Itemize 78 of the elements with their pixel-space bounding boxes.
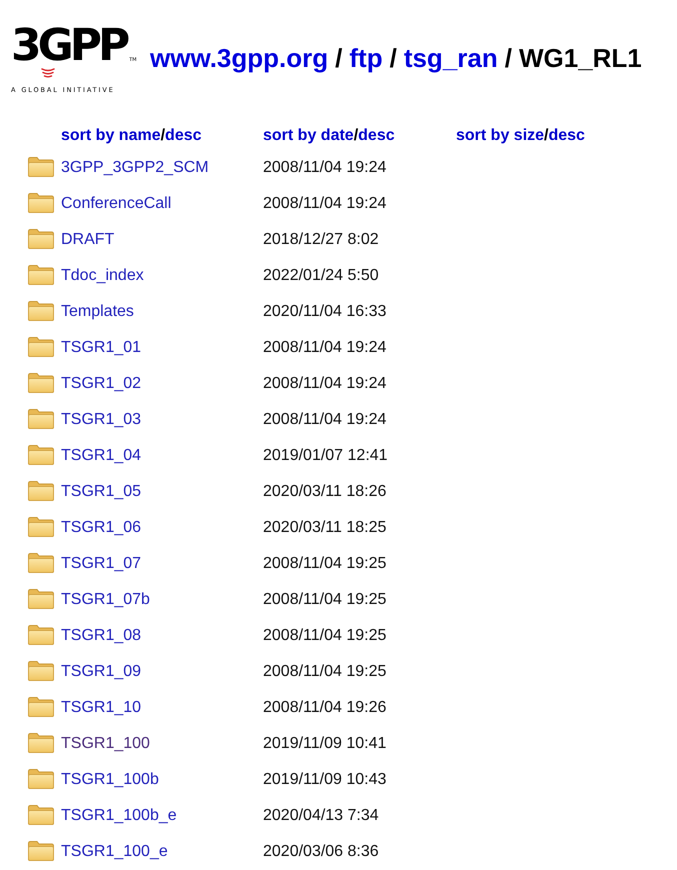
sort-separator: / [160, 127, 166, 145]
folder-link[interactable]: DRAFT [61, 231, 114, 249]
folder-link[interactable]: TSGR1_07b [61, 591, 150, 609]
modified-date: 2008/11/04 19:25 [263, 555, 386, 573]
breadcrumb-separator: / [390, 43, 397, 74]
folder-link[interactable]: TSGR1_100 [61, 735, 150, 753]
signal-waves-icon [41, 68, 55, 78]
modified-date: 2008/11/04 19:25 [263, 591, 386, 609]
modified-date: 2022/01/24 5:50 [263, 267, 379, 285]
sort-separator: / [544, 127, 548, 145]
modified-date: 2020/04/13 7:34 [263, 807, 379, 825]
modified-date: 2008/11/04 19:24 [263, 159, 386, 177]
folder-link[interactable]: TSGR1_02 [61, 375, 142, 393]
folder-link[interactable]: TSGR1_08 [61, 627, 142, 645]
breadcrumb-link[interactable]: ftp [349, 43, 383, 74]
modified-date: 2008/11/04 19:24 [263, 195, 386, 213]
modified-date: 2020/03/11 18:26 [263, 483, 386, 501]
folder-link[interactable]: TSGR1_10 [61, 699, 142, 717]
folder-link[interactable]: TSGR1_07 [61, 555, 142, 573]
sort-link[interactable]: sort by date [263, 127, 354, 145]
folder-link[interactable]: TSGR1_04 [61, 447, 142, 465]
folder-icon [28, 625, 54, 645]
modified-date: 2018/12/27 8:02 [263, 231, 379, 249]
folder-icon [28, 373, 54, 393]
breadcrumb-link[interactable]: www.3gpp.org [150, 43, 328, 74]
modified-date: 2008/11/04 19:25 [263, 627, 386, 645]
folder-icon [28, 805, 54, 825]
modified-date: 2008/11/04 19:24 [263, 375, 386, 393]
folder-icon [28, 733, 54, 753]
folder-icon [28, 517, 54, 537]
modified-date: 2008/11/04 19:24 [263, 411, 386, 429]
modified-date: 2019/11/09 10:43 [263, 771, 386, 789]
folder-link[interactable]: 3GPP_3GPP2_SCM [61, 159, 209, 177]
breadcrumb-separator: / [335, 43, 342, 74]
folder-icon [28, 409, 54, 429]
folder-icon [28, 229, 54, 249]
sort-link[interactable]: sort by name [61, 127, 161, 145]
folder-link[interactable]: TSGR1_03 [61, 411, 142, 429]
logo-wordmark: 3GPP [11, 25, 126, 67]
folder-icon [28, 301, 54, 321]
folder-link[interactable]: TSGR1_06 [61, 519, 142, 537]
folder-link[interactable]: TSGR1_100b_e [61, 807, 177, 825]
sort-desc-link[interactable]: desc [548, 127, 585, 145]
breadcrumb-link[interactable]: tsg_ran [404, 43, 498, 74]
folder-link[interactable]: ConferenceCall [61, 195, 172, 213]
folder-link[interactable]: TSGR1_05 [61, 483, 142, 501]
folder-link[interactable]: Templates [61, 303, 134, 321]
folder-icon [28, 661, 54, 681]
folder-icon [28, 193, 54, 213]
sort-desc-link[interactable]: desc [358, 127, 395, 145]
folder-icon [28, 589, 54, 609]
modified-date: 2008/11/04 19:26 [263, 699, 386, 717]
folder-icon [28, 697, 54, 717]
modified-date: 2008/11/04 19:25 [263, 663, 386, 681]
modified-date: 2020/11/04 16:33 [263, 303, 386, 321]
folder-link[interactable]: TSGR1_100_e [61, 843, 168, 861]
modified-date: 2008/11/04 19:24 [263, 339, 386, 357]
modified-date: 2019/01/07 12:41 [263, 447, 388, 465]
sort-separator: / [354, 127, 358, 145]
folder-icon [28, 769, 54, 789]
folder-icon [28, 265, 54, 285]
breadcrumb-separator: / [504, 43, 512, 74]
folder-icon [28, 841, 54, 861]
folder-icon [28, 481, 54, 501]
modified-date: 2020/03/11 18:25 [263, 519, 386, 537]
modified-date: 2019/11/09 10:41 [263, 735, 386, 753]
folder-icon [28, 553, 54, 573]
sort-desc-link[interactable]: desc [165, 127, 202, 145]
folder-link[interactable]: TSGR1_01 [61, 339, 142, 357]
folder-icon [28, 445, 54, 465]
folder-link[interactable]: TSGR1_09 [61, 663, 142, 681]
folder-icon [28, 337, 54, 357]
current-folder-title: WG1_RL1 [518, 43, 642, 74]
folder-icon [28, 157, 54, 177]
modified-date: 2020/03/06 8:36 [263, 843, 379, 861]
sort-link[interactable]: sort by size [456, 127, 544, 145]
folder-link[interactable]: Tdoc_index [61, 267, 144, 285]
folder-link[interactable]: TSGR1_100b [61, 771, 159, 789]
